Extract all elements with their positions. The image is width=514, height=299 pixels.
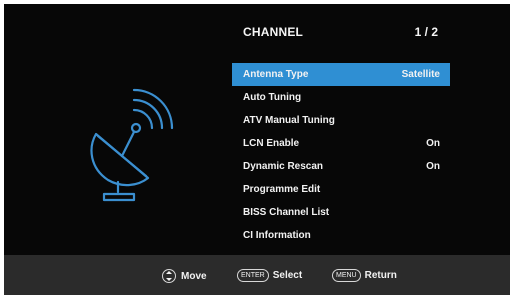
- menu-item-label: Auto Tuning: [243, 92, 302, 103]
- tv-menu-screen: CHANNEL 1 / 2 Antenna Type Satellite Aut…: [0, 0, 514, 299]
- menu-item-ci-information[interactable]: CI Information: [232, 224, 450, 247]
- satellite-dish-icon: [74, 82, 194, 202]
- menu-item-label: Dynamic Rescan: [243, 161, 324, 172]
- menu-item-atv-manual-tuning[interactable]: ATV Manual Tuning: [232, 109, 450, 132]
- menu-item-label: LCN Enable: [243, 138, 300, 149]
- page-indicator: 1 / 2: [414, 25, 438, 39]
- menu-item-auto-tuning[interactable]: Auto Tuning: [232, 86, 450, 109]
- menu-item-antenna-type[interactable]: Antenna Type Satellite: [232, 63, 450, 86]
- move-hint: Move: [162, 269, 207, 283]
- return-label: Return: [364, 270, 397, 281]
- menu-item-programme-edit[interactable]: Programme Edit: [232, 178, 450, 201]
- menu-item-label: ATV Manual Tuning: [243, 115, 335, 126]
- menu-item-value: Satellite: [401, 69, 440, 80]
- menu-item-dynamic-rescan[interactable]: Dynamic Rescan On: [232, 155, 450, 178]
- menu-item-label: Programme Edit: [243, 184, 321, 195]
- up-down-icon: [162, 269, 176, 283]
- return-hint: MENU Return: [332, 269, 397, 282]
- menu-item-label: CI Information: [243, 230, 311, 241]
- channel-menu: Antenna Type Satellite Auto Tuning ATV M…: [232, 63, 450, 247]
- enter-key-badge: ENTER: [237, 269, 269, 282]
- menu-item-value: On: [426, 161, 440, 172]
- page-title: CHANNEL: [243, 25, 304, 39]
- menu-item-biss-channel-list[interactable]: BISS Channel List: [232, 201, 450, 224]
- menu-item-label: BISS Channel List: [243, 207, 330, 218]
- menu-key-badge: MENU: [332, 269, 361, 282]
- move-label: Move: [181, 270, 207, 282]
- menu-item-label: Antenna Type: [243, 69, 309, 80]
- select-hint: ENTER Select: [237, 269, 302, 282]
- menu-item-value: On: [426, 138, 440, 149]
- menu-item-lcn-enable[interactable]: LCN Enable On: [232, 132, 450, 155]
- select-label: Select: [272, 270, 303, 281]
